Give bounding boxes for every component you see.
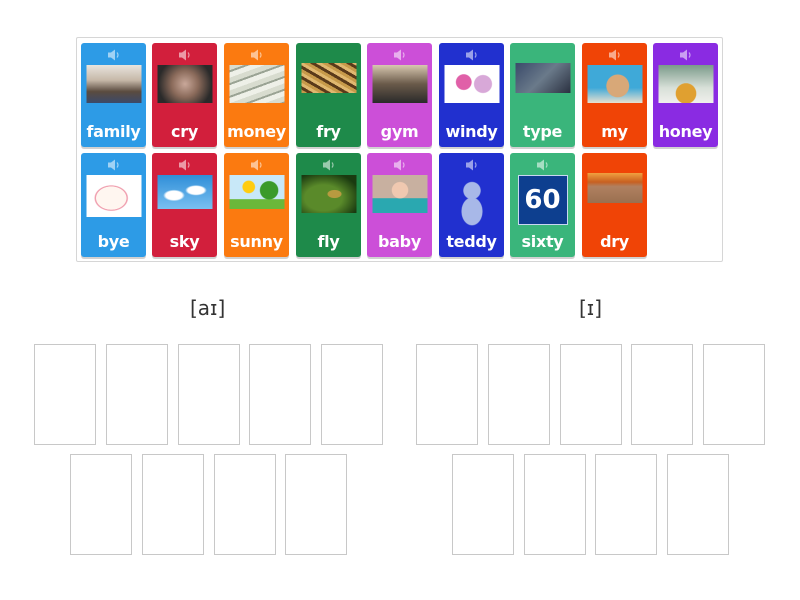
word-card-dry[interactable]: dry bbox=[582, 153, 647, 257]
speaker-icon[interactable] bbox=[510, 158, 575, 172]
card-word-label: sixty bbox=[521, 232, 564, 251]
word-card-cry[interactable]: cry bbox=[152, 43, 217, 147]
word-card-honey[interactable]: honey bbox=[653, 43, 718, 147]
card-word-label: family bbox=[86, 122, 141, 141]
word-card-money[interactable]: money bbox=[224, 43, 289, 147]
speaker-icon[interactable] bbox=[582, 48, 647, 62]
woman-in-wind-image bbox=[444, 65, 499, 103]
card-word-label: my bbox=[601, 122, 628, 141]
sun-and-tree-image bbox=[229, 175, 284, 209]
drop-slot-ai-8[interactable] bbox=[214, 454, 276, 555]
speaker-icon[interactable] bbox=[367, 48, 432, 62]
word-card-fry[interactable]: fry bbox=[296, 43, 361, 147]
speaker-icon[interactable] bbox=[224, 48, 289, 62]
teddy-bears-image bbox=[587, 65, 642, 103]
group-heading-i: [ɪ] bbox=[579, 296, 603, 320]
drop-slot-i-4[interactable] bbox=[631, 344, 693, 445]
blue-sky-clouds-image bbox=[157, 175, 212, 209]
drop-slot-ai-7[interactable] bbox=[142, 454, 204, 555]
waving-bear-image bbox=[86, 175, 141, 217]
speaker-icon[interactable] bbox=[653, 48, 718, 62]
speaker-icon[interactable] bbox=[81, 48, 146, 62]
card-word-label: dry bbox=[600, 232, 629, 251]
word-card-my[interactable]: my bbox=[582, 43, 647, 147]
drop-slot-i-8[interactable] bbox=[595, 454, 657, 555]
card-word-label: sunny bbox=[230, 232, 283, 251]
card-word-label: baby bbox=[378, 232, 421, 251]
group-heading-ai: [aɪ] bbox=[190, 296, 226, 320]
speaker-icon[interactable] bbox=[367, 158, 432, 172]
word-card-teddy[interactable]: teddy bbox=[439, 153, 504, 257]
card-word-label: type bbox=[522, 122, 563, 141]
honey-jar-image bbox=[658, 65, 713, 103]
french-fries-image bbox=[301, 63, 356, 93]
word-card-windy[interactable]: windy bbox=[439, 43, 504, 147]
speaker-icon[interactable] bbox=[152, 48, 217, 62]
card-word-label: bye bbox=[97, 232, 130, 251]
speaker-icon[interactable] bbox=[224, 158, 289, 172]
speaker-icon[interactable] bbox=[81, 158, 146, 172]
speaker-icon[interactable] bbox=[439, 158, 504, 172]
word-card-baby[interactable]: baby bbox=[367, 153, 432, 257]
word-card-sixty[interactable]: 60 sixty bbox=[510, 153, 575, 257]
word-card-fly[interactable]: fly bbox=[296, 153, 361, 257]
drop-slot-i-2[interactable] bbox=[488, 344, 550, 445]
drop-slot-i-9[interactable] bbox=[667, 454, 729, 555]
typing-hands-image bbox=[515, 63, 570, 93]
word-card-gym[interactable]: gym bbox=[367, 43, 432, 147]
card-word-label: sky bbox=[169, 232, 200, 251]
word-card-sky[interactable]: sky bbox=[152, 153, 217, 257]
card-word-label: cry bbox=[171, 122, 198, 141]
word-card-sunny[interactable]: sunny bbox=[224, 153, 289, 257]
drop-slot-ai-6[interactable] bbox=[70, 454, 132, 555]
speaker-icon[interactable] bbox=[296, 158, 361, 172]
gym-people-image bbox=[372, 65, 427, 103]
dollar-bills-image bbox=[229, 65, 284, 103]
baby-face-image bbox=[372, 175, 427, 213]
drop-slot-ai-9[interactable] bbox=[285, 454, 347, 555]
drop-slot-ai-3[interactable] bbox=[178, 344, 240, 445]
card-word-label: teddy bbox=[446, 232, 497, 251]
cracked-desert-image bbox=[587, 173, 642, 203]
speaker-icon[interactable] bbox=[439, 48, 504, 62]
speaker-icon[interactable] bbox=[152, 158, 217, 172]
card-word-label: honey bbox=[658, 122, 713, 141]
family-photo-image bbox=[86, 65, 141, 103]
card-word-label: gym bbox=[380, 122, 419, 141]
drop-slot-ai-5[interactable] bbox=[321, 344, 383, 445]
drop-slot-i-7[interactable] bbox=[524, 454, 586, 555]
drop-slot-i-5[interactable] bbox=[703, 344, 765, 445]
card-word-label: fly bbox=[317, 232, 340, 251]
drop-slot-i-1[interactable] bbox=[416, 344, 478, 445]
drop-slot-i-6[interactable] bbox=[452, 454, 514, 555]
card-word-label: money bbox=[227, 122, 286, 141]
drop-slot-ai-2[interactable] bbox=[106, 344, 168, 445]
number-60-sign-image: 60 bbox=[517, 175, 568, 225]
word-card-type[interactable]: type bbox=[510, 43, 575, 147]
insect-fly-image bbox=[301, 175, 356, 213]
word-card-family[interactable]: family bbox=[81, 43, 146, 147]
drop-slot-ai-1[interactable] bbox=[34, 344, 96, 445]
drop-slot-ai-4[interactable] bbox=[249, 344, 311, 445]
blue-teddy-bear-image bbox=[444, 175, 499, 227]
drop-slot-i-3[interactable] bbox=[560, 344, 622, 445]
card-word-label: fry bbox=[316, 122, 341, 141]
crying-person-image bbox=[157, 65, 212, 103]
card-word-label: windy bbox=[445, 122, 498, 141]
word-card-bye[interactable]: bye bbox=[81, 153, 146, 257]
